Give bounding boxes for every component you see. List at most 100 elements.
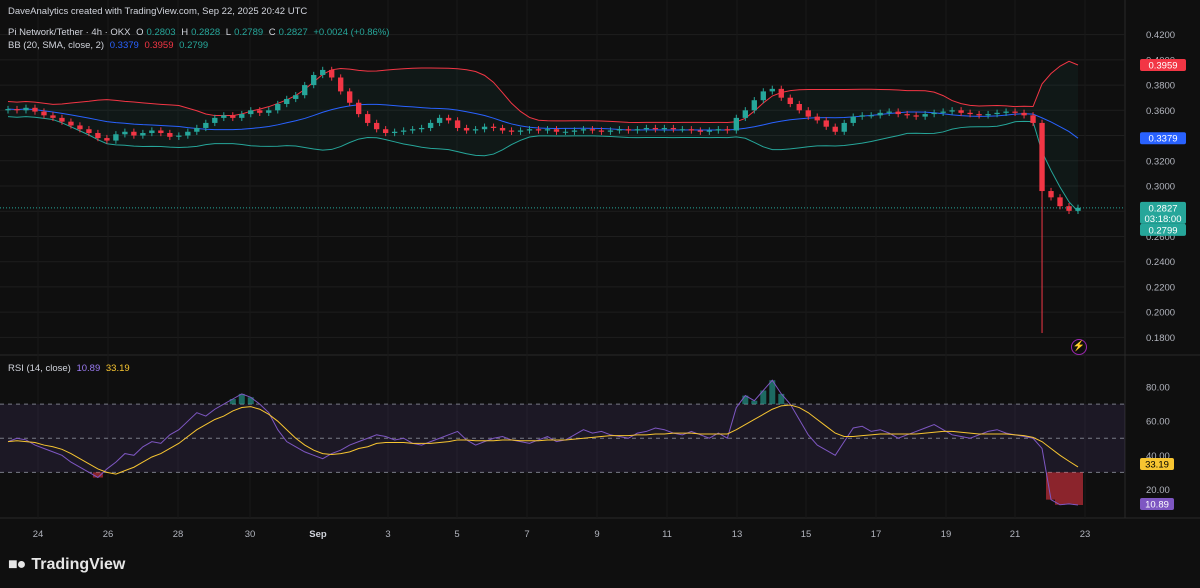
candle-body <box>409 129 416 131</box>
rsi-overbought-fill <box>229 380 785 405</box>
candle-body <box>302 85 308 96</box>
candle-body <box>373 122 380 130</box>
candle-body <box>1039 122 1045 192</box>
candle-body <box>320 69 326 75</box>
bb-upper-value: 0.3959 <box>144 40 174 51</box>
brand-name: TradingView <box>31 556 126 573</box>
candle-body <box>643 127 650 130</box>
candle-body <box>823 120 829 127</box>
candle-body <box>275 104 281 111</box>
price-axis-label-text: 0.3959 <box>1148 61 1177 72</box>
candle-body <box>167 133 173 137</box>
candle-body <box>940 111 946 113</box>
candle-body <box>230 115 236 118</box>
candle-body <box>131 131 137 136</box>
candle-body <box>293 95 299 99</box>
candle-body <box>86 129 92 134</box>
candle-body <box>5 109 11 111</box>
time-tick-label: 24 <box>33 529 44 540</box>
candle-body <box>553 129 560 132</box>
candle-body <box>616 129 623 131</box>
low-value: 0.2789 <box>234 27 264 38</box>
candle-body <box>877 112 883 116</box>
price-tick-label: 0.4200 <box>1146 30 1175 41</box>
rsi-tick-label: 20.00 <box>1146 485 1170 496</box>
time-tick-label: 5 <box>454 529 459 540</box>
candle-body <box>994 112 1000 115</box>
time-tick-label: 13 <box>732 529 743 540</box>
symbol-name[interactable]: Pi Network/Tether · 4h · OKX <box>8 27 130 38</box>
open-label: O <box>136 27 144 38</box>
candle-body <box>311 74 317 86</box>
rsi-label[interactable]: RSI (14, close) <box>8 363 71 374</box>
time-tick-label: 9 <box>594 529 599 540</box>
candle-body <box>1048 191 1054 198</box>
candle-body <box>778 88 784 98</box>
candle-body <box>400 130 407 132</box>
candle-body <box>176 135 182 137</box>
candle-body <box>212 117 218 123</box>
candle-body <box>32 107 38 112</box>
candle-body <box>679 129 686 131</box>
rsi-ma-value: 33.19 <box>105 363 130 374</box>
candle-body <box>472 129 479 131</box>
candle-body <box>751 100 757 111</box>
candle-body <box>562 131 569 133</box>
candle-body <box>248 110 254 115</box>
candle-body <box>23 107 29 111</box>
candle-body <box>832 126 838 132</box>
price-tick-label: 0.2400 <box>1146 257 1175 268</box>
candle-body <box>886 111 892 113</box>
price-axis-label-text: 0.2827 <box>1148 203 1177 214</box>
candle-body <box>607 130 614 132</box>
low-label: L <box>225 27 232 38</box>
candle-body <box>284 98 290 104</box>
candle-body <box>742 110 748 118</box>
candle-body <box>850 116 856 123</box>
bb-label[interactable]: BB (20, SMA, close, 2) <box>8 40 104 51</box>
candle-body <box>490 126 497 128</box>
candle-body <box>338 77 344 92</box>
open-value: 0.2803 <box>146 27 176 38</box>
candle-body <box>364 114 371 123</box>
candle-body <box>203 122 209 128</box>
price-tick-label: 0.2000 <box>1146 308 1175 319</box>
tradingview-logo-icon: ■● <box>8 556 26 573</box>
candle-body <box>598 130 605 132</box>
high-label: H <box>181 27 189 38</box>
price-tick-label: 0.3800 <box>1146 81 1175 92</box>
candle-body <box>526 129 533 131</box>
candle-body <box>724 129 731 131</box>
countdown-text: 03:18:00 <box>1145 214 1182 225</box>
candle-body <box>796 104 802 111</box>
candle-body <box>904 114 910 116</box>
candle-body <box>859 115 865 117</box>
bb-lower-value: 0.2799 <box>179 40 209 51</box>
rsi-legend[interactable]: RSI (14, close) 10.89 33.19 <box>8 363 133 374</box>
bb-legend[interactable]: BB (20, SMA, close, 2) 0.3379 0.3959 0.2… <box>8 40 211 51</box>
candle-body <box>625 129 632 131</box>
candle-body <box>140 133 146 136</box>
candle-body <box>1066 206 1072 211</box>
symbol-legend[interactable]: Pi Network/Tether · 4h · OKX O 0.2803 H 0.… <box>8 27 392 38</box>
candle-body <box>382 129 389 134</box>
candle-body <box>1057 197 1063 207</box>
time-tick-label: 30 <box>245 529 256 540</box>
candle-body <box>68 121 74 126</box>
candle-body <box>706 130 713 132</box>
time-tick-label: 3 <box>385 529 390 540</box>
candle-body <box>239 114 245 118</box>
chart-canvas[interactable]: 0.42000.40000.38000.36000.34000.32000.30… <box>0 0 1200 588</box>
candle-body <box>922 114 928 117</box>
candle-body <box>868 115 874 117</box>
candle-body <box>481 126 488 130</box>
time-tick-label: 19 <box>941 529 952 540</box>
lightning-icon[interactable]: ⚡ <box>1071 339 1087 355</box>
candle-body <box>1021 112 1027 116</box>
candle-body <box>149 130 155 134</box>
rsi-axis-label-text: 33.19 <box>1145 460 1169 471</box>
candle-body <box>670 127 677 130</box>
candle-body <box>985 114 991 116</box>
candle-body <box>41 111 47 116</box>
candle-body <box>104 138 110 141</box>
